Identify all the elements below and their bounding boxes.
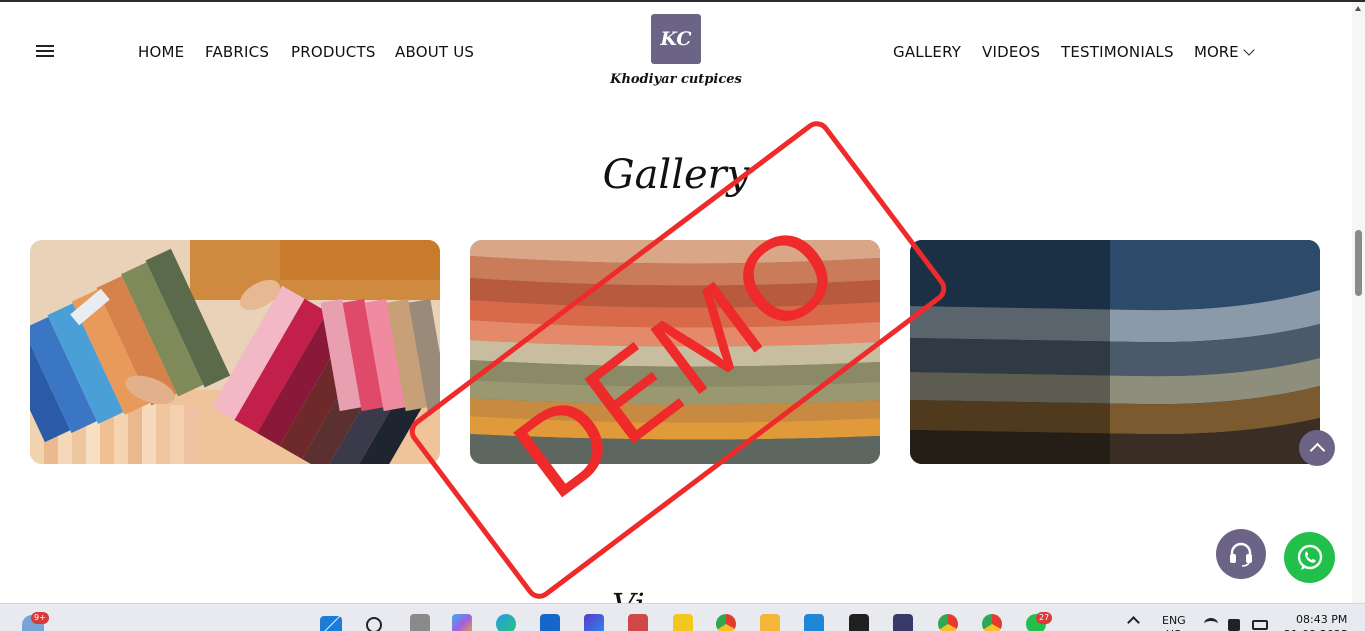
nav-videos[interactable]: VIDEOS [982,43,1040,61]
nav-fabrics[interactable]: FABRICS [205,43,269,61]
chrome-profile-2-icon[interactable] [982,614,1002,631]
headset-icon [1230,542,1252,567]
windows-start-icon[interactable] [320,616,342,631]
whatsapp-taskbar-badge: 27 [1036,612,1053,624]
gallery-title: Gallery [602,152,750,198]
nav-about-us[interactable]: ABOUT US [395,43,474,61]
scroll-up-arrow-icon[interactable] [1355,6,1361,11]
scroll-to-top-button[interactable] [1299,430,1335,466]
nav-testimonials[interactable]: TESTIMONIALS [1061,43,1174,61]
chevron-down-icon [1242,44,1255,56]
nav-more[interactable]: MORE [1194,43,1255,61]
stacked-denim-fabrics-image[interactable] [910,240,1320,464]
whatsapp-icon [1297,544,1322,570]
task-view-icon[interactable] [410,614,430,631]
nav-home[interactable]: HOME [138,43,184,61]
folded-colorful-fabrics-image[interactable] [470,240,880,464]
wifi-icon[interactable] [1204,618,1218,630]
app-h-icon[interactable] [893,614,913,631]
snipping-tool-icon[interactable] [628,614,648,631]
app-icon[interactable] [849,614,869,631]
page-scrollbar[interactable] [1352,2,1365,603]
weather-badge: 9+ [31,612,49,624]
menu-icon[interactable] [36,44,54,58]
chrome-profile-icon[interactable] [938,614,958,631]
vscode-icon[interactable] [804,614,824,631]
whatsapp-button[interactable] [1284,532,1335,583]
nav-gallery[interactable]: GALLERY [893,43,961,61]
chevron-up-icon[interactable] [1127,616,1140,629]
chevron-up-icon [1309,442,1325,459]
search-icon[interactable] [366,617,382,631]
edge-icon[interactable] [496,614,516,631]
logo-text: KC [660,28,692,50]
chrome-icon[interactable] [716,614,736,631]
file-explorer-icon[interactable] [760,614,780,631]
nav-more-label: MORE [1194,43,1239,61]
fabric-swatches-image[interactable] [30,240,440,464]
page: HOME FABRICS PRODUCTS ABOUT US KC Khodiy… [0,0,1365,631]
volume-icon[interactable] [1228,619,1240,631]
taskbar: 9+ 27 ENG US 08:43 PM 21-08-2025 [0,603,1365,631]
support-button[interactable] [1216,529,1266,579]
copilot-icon[interactable] [452,614,472,631]
teams-icon[interactable] [584,614,604,631]
sticky-notes-icon[interactable] [673,614,693,631]
language-indicator[interactable]: ENG [1162,614,1186,627]
outlook-icon[interactable] [540,614,560,631]
battery-icon[interactable] [1252,620,1268,630]
logo[interactable]: KC [651,14,701,64]
brand-name[interactable]: Khodiyar cutpices [600,72,752,87]
scrollbar-thumb[interactable] [1355,230,1362,296]
clock-time[interactable]: 08:43 PM [1296,613,1347,626]
nav-products[interactable]: PRODUCTS [291,43,376,61]
